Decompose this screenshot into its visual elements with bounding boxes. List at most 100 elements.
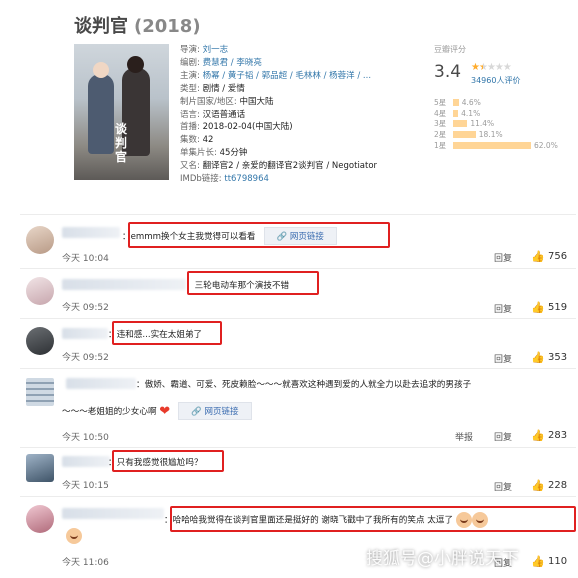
rating-bar-row: 3星 11.4% — [434, 118, 558, 129]
info-label: 主演: — [180, 70, 200, 81]
rating-stars: ★★★★★ — [471, 62, 512, 73]
comment-text-line2: ～～～老姐姐的少女心啊 ❤ 🔗 网页链接 — [62, 402, 252, 420]
reply-button[interactable]: 回复 — [494, 480, 512, 493]
rating-score: 3.4 — [434, 62, 462, 82]
username[interactable] — [66, 378, 136, 389]
username[interactable] — [62, 328, 108, 339]
highlight-box — [170, 506, 576, 532]
avatar[interactable] — [26, 454, 54, 482]
like-count: 110 — [548, 556, 568, 567]
info-row: IMDb链接: tt6798964 — [180, 173, 377, 186]
watermark: 搜狐号@小胖说天下 — [366, 549, 519, 569]
reply-button[interactable]: 回复 — [494, 302, 512, 315]
info-value: 中国大陆 — [239, 96, 274, 107]
username[interactable] — [62, 279, 186, 290]
info-label: 类型: — [180, 83, 200, 94]
info-value[interactable]: 刘一志 — [203, 45, 229, 55]
rating-bar-row: 5星 4.6% — [434, 97, 558, 108]
thumbs-up-icon[interactable]: 👍 — [531, 301, 545, 314]
info-value: 翻译官2 / 亲爱的翻译官2谈判官 / Negotiator — [202, 161, 378, 172]
reply-button[interactable]: 回复 — [494, 251, 512, 264]
rating-bar-pct: 4.1% — [461, 108, 481, 118]
emoji-icon — [66, 528, 82, 544]
info-row: 主演: 杨幂 / 黄子韬 / 郭品超 / 毛林林 / 杨蓉洋 / ... — [180, 70, 377, 83]
info-label: 又名: — [180, 161, 200, 172]
rating-bar-stars: 3星 — [434, 119, 447, 129]
info-row: 类型: 剧情 / 爱情 — [180, 83, 377, 96]
thumbs-up-icon[interactable]: 👍 — [531, 351, 545, 364]
thumbs-up-icon[interactable]: 👍 — [531, 479, 545, 492]
info-value: 2018-02-04(中国大陆) — [202, 122, 293, 133]
divider — [20, 447, 576, 448]
poster-title: 谈判官 — [114, 122, 127, 164]
comment-text: ：傲娇、霸道、可爱、死皮赖脸～～～就喜欢这种遇到爱的人就全力以赴去追求的男孩子 — [136, 380, 472, 390]
movie-poster[interactable]: 谈判官 — [74, 44, 169, 180]
info-row: 又名: 翻译官2 / 亲爱的翻译官2谈判官 / Negotiator — [180, 160, 377, 173]
rating-bar-row: 2星 18.1% — [434, 129, 558, 140]
like-count: 228 — [548, 480, 568, 491]
info-label: 单集片长: — [180, 148, 217, 159]
comment-time: 今天 10:15 — [62, 481, 109, 491]
rating-bar-stars: 4星 — [434, 108, 447, 118]
info-row: 单集片长: 45分钟 — [180, 147, 377, 160]
rating-bar-stars: 5星 — [434, 97, 447, 107]
comment-time: 今天 09:52 — [62, 303, 109, 313]
like-count: 283 — [548, 430, 568, 441]
rating-bar-stars: 1星 — [434, 140, 447, 150]
info-value[interactable]: tt6798964 — [224, 174, 269, 184]
report-button[interactable]: 举报 — [455, 430, 473, 443]
movie-info-card: 谈判官 (2018) 谈判官 导演: 刘一志 编剧: 费慧君 / 李晓亮 主演: 杨幂… — [0, 0, 578, 212]
divider — [20, 214, 576, 215]
highlight-box — [128, 222, 390, 248]
movie-details: 导演: 刘一志 编剧: 费慧君 / 李晓亮 主演: 杨幂 / 黄子韬 / 郭品超 /… — [180, 44, 377, 186]
movie-title-text: 谈判官 — [74, 16, 128, 37]
info-label: IMDb链接: — [180, 174, 222, 185]
rating-bar — [453, 141, 531, 149]
rating-votes-link[interactable]: 34960人评价 — [471, 75, 520, 86]
heart-icon: ❤ — [159, 404, 171, 419]
thumbs-up-icon[interactable]: 👍 — [531, 555, 545, 568]
info-label: 首播: — [180, 122, 200, 133]
like-count: 353 — [548, 352, 568, 363]
thumbs-up-icon[interactable]: 👍 — [531, 429, 545, 442]
info-row: 导演: 刘一志 — [180, 44, 377, 57]
username[interactable] — [62, 227, 120, 238]
movie-title: 谈判官 (2018) — [74, 12, 201, 38]
info-label: 编剧: — [180, 57, 200, 68]
reply-button[interactable]: 回复 — [494, 352, 512, 365]
rating-bar-row: 4星 4.1% — [434, 108, 558, 119]
username[interactable] — [62, 508, 164, 519]
avatar[interactable] — [26, 505, 54, 533]
rating-bar — [453, 130, 476, 138]
comment-time: 今天 10:04 — [62, 254, 109, 264]
like-count: 756 — [548, 251, 568, 262]
highlight-box — [187, 271, 319, 295]
info-row: 首播: 2018-02-04(中国大陆) — [180, 121, 377, 134]
rating-bar — [453, 120, 468, 128]
info-value[interactable]: 杨幂 / 黄子韬 / 郭品超 / 毛林林 / 杨蓉洋 / ... — [203, 71, 371, 81]
rating-bar-stars: 2星 — [434, 129, 447, 139]
avatar[interactable] — [26, 378, 54, 406]
avatar[interactable] — [26, 327, 54, 355]
rating-distribution: 5星 4.6% 4星 4.1% 3星 11.4% 2星 18.1% 1星 62.0% — [434, 97, 558, 150]
rating-bar-pct: 4.6% — [461, 97, 481, 107]
movie-year: (2018) — [134, 16, 201, 37]
rating-bar-pct: 62.0% — [534, 140, 558, 150]
highlight-box — [112, 321, 222, 345]
rating-bar-pct: 18.1% — [478, 129, 503, 139]
info-value: 剧情 / 爱情 — [202, 83, 245, 94]
info-label: 制片国家/地区: — [180, 96, 237, 107]
comment-time: 今天 09:52 — [62, 353, 109, 363]
username[interactable] — [62, 456, 110, 467]
thumbs-up-icon[interactable]: 👍 — [531, 250, 545, 263]
reply-button[interactable]: 回复 — [494, 430, 512, 443]
avatar[interactable] — [26, 277, 54, 305]
comment-time: 今天 11:06 — [62, 558, 109, 568]
info-value[interactable]: 费慧君 / 李晓亮 — [203, 58, 262, 68]
web-link[interactable]: 🔗 网页链接 — [178, 402, 252, 420]
highlight-box — [112, 450, 224, 472]
info-label: 集数: — [180, 135, 200, 146]
info-row: 集数: 42 — [180, 134, 377, 147]
avatar[interactable] — [26, 226, 54, 254]
info-label: 语言: — [180, 109, 200, 120]
